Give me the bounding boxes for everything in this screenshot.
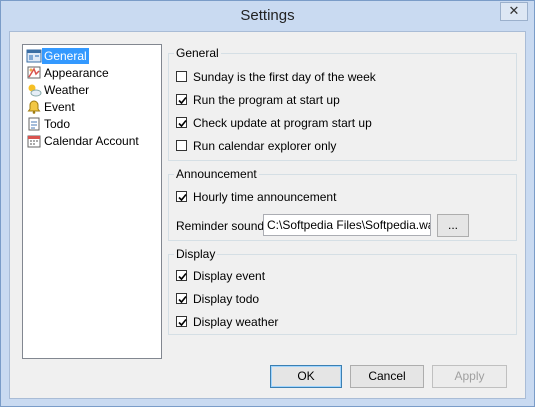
option-label: Check update at program start up bbox=[193, 116, 372, 130]
checkbox[interactable] bbox=[176, 117, 187, 128]
display-group: Display Display event Display todo Displ… bbox=[168, 247, 517, 335]
settings-window: Settings ✕ General Appearance Weather Ev… bbox=[0, 0, 535, 407]
todo-icon bbox=[26, 116, 42, 132]
cancel-button[interactable]: Cancel bbox=[350, 365, 424, 388]
apply-button[interactable]: Apply bbox=[432, 365, 507, 388]
appearance-icon bbox=[26, 65, 42, 81]
tree-item-label: General bbox=[42, 48, 89, 64]
tree-item-label: Calendar Account bbox=[44, 134, 139, 148]
option-label: Display event bbox=[193, 269, 266, 283]
checkbox[interactable] bbox=[176, 270, 187, 281]
check-icon bbox=[178, 119, 187, 128]
option-label: Display weather bbox=[193, 315, 279, 329]
event-icon bbox=[26, 99, 42, 115]
group-title: Announcement bbox=[174, 167, 259, 181]
check-icon bbox=[178, 193, 187, 202]
tree-item-label: Todo bbox=[44, 117, 71, 131]
option-label: Hourly time announcement bbox=[193, 190, 337, 204]
checkbox[interactable] bbox=[176, 94, 187, 105]
browse-button[interactable]: ... bbox=[437, 214, 469, 237]
dialog-body: General Appearance Weather Event Todo Ca… bbox=[9, 31, 526, 399]
close-icon: ✕ bbox=[508, 3, 520, 18]
general-settings-icon bbox=[26, 48, 42, 64]
title-bar[interactable]: Settings ✕ bbox=[1, 1, 534, 31]
tree-item-label: Event bbox=[44, 100, 75, 114]
check-icon bbox=[178, 295, 187, 304]
general-group: General Sunday is the first day of the w… bbox=[168, 46, 517, 161]
check-icon bbox=[178, 96, 187, 105]
checkbox[interactable] bbox=[176, 293, 187, 304]
option-label: Sunday is the first day of the week bbox=[193, 70, 376, 84]
tree-item-label: Weather bbox=[44, 83, 90, 97]
group-title: General bbox=[174, 46, 221, 60]
tree-item-label: Appearance bbox=[44, 66, 109, 80]
close-button[interactable]: ✕ bbox=[500, 2, 528, 21]
checkbox[interactable] bbox=[176, 140, 187, 151]
checkbox[interactable] bbox=[176, 191, 187, 202]
check-icon bbox=[178, 272, 187, 281]
weather-icon bbox=[26, 82, 42, 98]
window-title: Settings bbox=[240, 7, 295, 24]
group-title: Display bbox=[174, 247, 218, 261]
option-label: Run calendar explorer only bbox=[193, 139, 337, 153]
category-tree[interactable]: General Appearance Weather Event Todo Ca… bbox=[22, 44, 162, 359]
option-label: Run the program at start up bbox=[193, 93, 340, 107]
announcement-group: Announcement Hourly time announcement Re… bbox=[168, 167, 517, 241]
checkbox[interactable] bbox=[176, 316, 187, 327]
reminder-sound-label: Reminder sound bbox=[176, 219, 265, 233]
reminder-sound-path-field[interactable]: C:\Softpedia Files\Softpedia.wav bbox=[263, 214, 431, 236]
check-icon bbox=[178, 318, 187, 327]
ok-button[interactable]: OK bbox=[270, 365, 342, 388]
calendar-account-icon bbox=[26, 133, 42, 149]
option-label: Display todo bbox=[193, 292, 260, 306]
checkbox[interactable] bbox=[176, 71, 187, 82]
